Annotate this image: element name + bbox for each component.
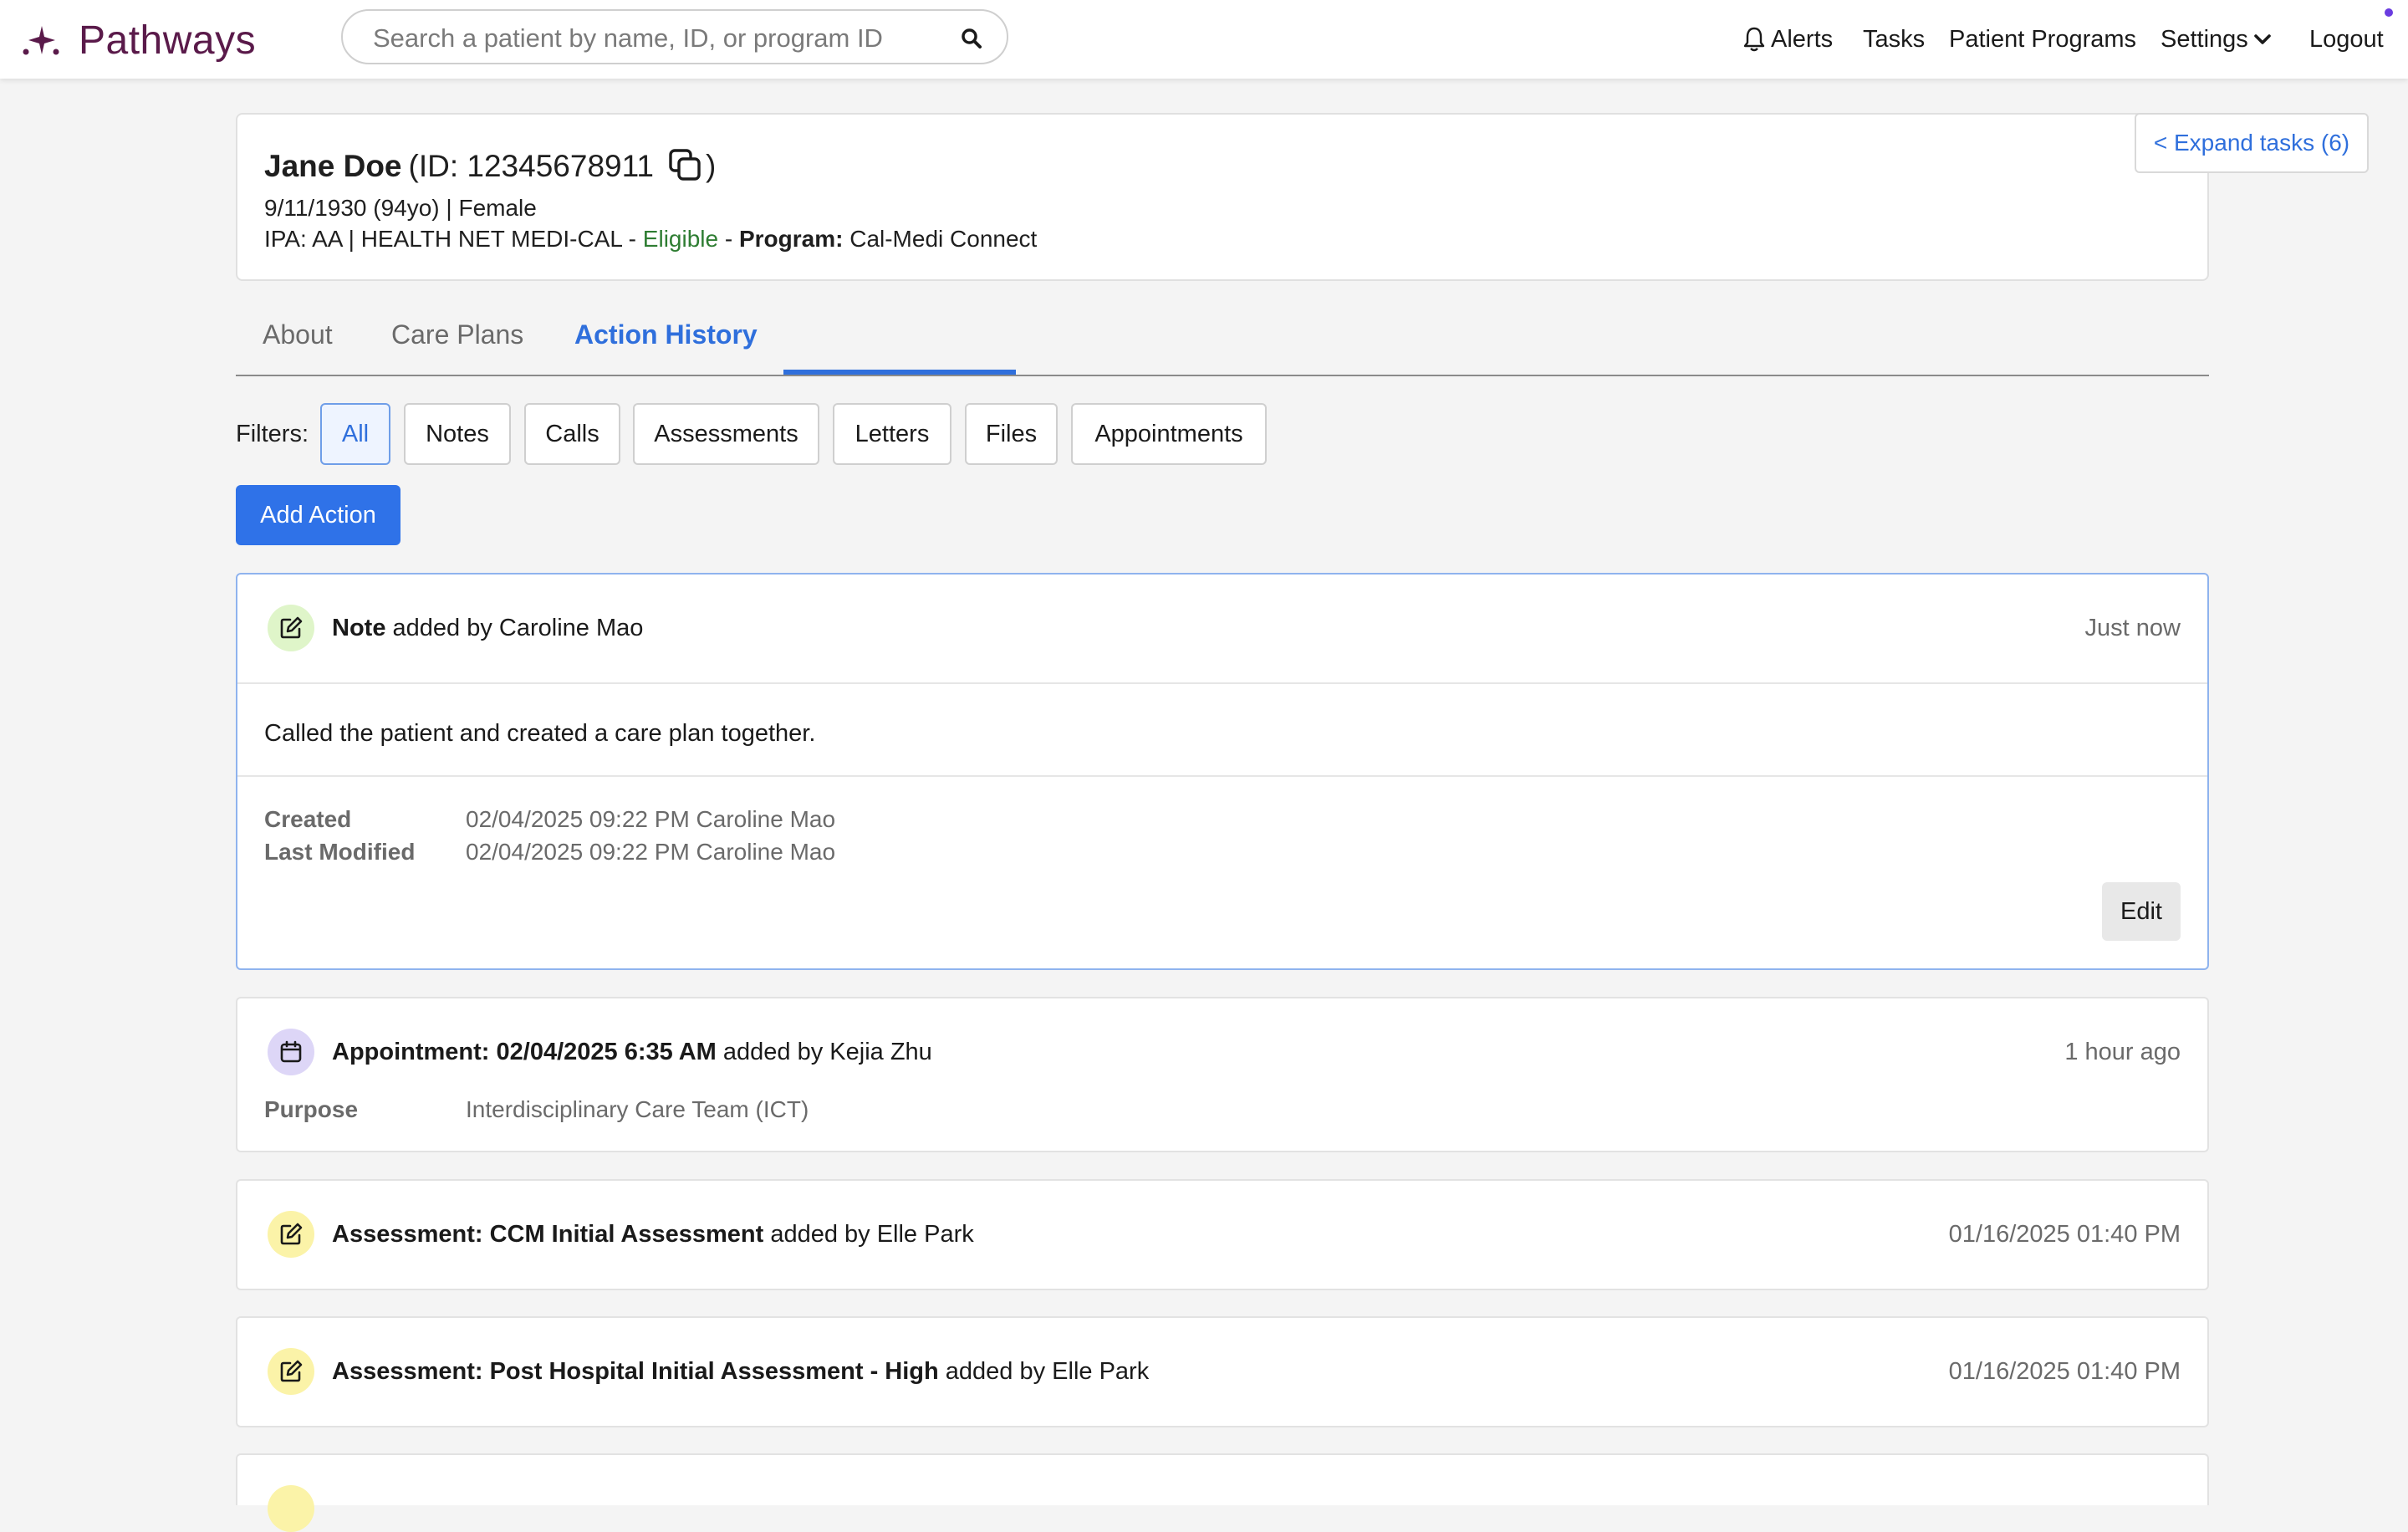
created-value: 02/04/2025 09:22 PM Caroline Mao [466, 806, 836, 832]
action-type: Assessment: Post Hospital Initial Assess… [332, 1358, 939, 1385]
edit-note-icon [280, 1360, 303, 1382]
nav-logout-label: Logout [2309, 25, 2384, 53]
action-title: Note added by Caroline Mao [332, 615, 643, 642]
action-timestamp: 01/16/2025 01:40 PM [1948, 1358, 2181, 1385]
action-type: Appointment: 02/04/2025 6:35 AM [332, 1039, 717, 1065]
bell-icon [1743, 27, 1765, 52]
patient-name: Jane Doe [264, 149, 402, 183]
separator: - [718, 226, 739, 252]
filter-files[interactable]: Files [965, 403, 1058, 465]
action-type: Assessment: CCM Initial Assessment [332, 1221, 764, 1248]
nav-settings[interactable]: Settings [2161, 22, 2277, 57]
active-tab-indicator [783, 370, 1016, 375]
action-author: added by Elle Park [763, 1221, 974, 1248]
patient-search [341, 9, 1008, 64]
expand-tasks-button[interactable]: < Expand tasks (6) [2135, 113, 2369, 173]
action-timestamp: Just now [2084, 615, 2181, 641]
action-title: Assessment: Post Hospital Initial Assess… [332, 1358, 1149, 1386]
patient-tabs: About Care Plans Action History [236, 309, 2209, 376]
edit-note-icon [280, 1223, 303, 1245]
edit-button[interactable]: Edit [2102, 882, 2181, 941]
filter-letters[interactable]: Letters [833, 403, 951, 465]
assessment-icon-badge [268, 1211, 314, 1258]
action-card-appointment[interactable]: Appointment: 02/04/2025 6:35 AM added by… [236, 997, 2209, 1152]
filter-appointments[interactable]: Appointments [1071, 403, 1267, 465]
filters-label: Filters: [236, 421, 309, 447]
filter-notes[interactable]: Notes [404, 403, 511, 465]
assessment-icon-badge [268, 1485, 314, 1532]
nav-patient-programs-label: Patient Programs [1949, 25, 2137, 53]
action-author: added by Kejia Zhu [716, 1039, 932, 1065]
card-divider [237, 682, 2207, 684]
top-navigation-bar: Pathways Alerts Tasks Patient Programs S… [0, 0, 2408, 79]
chevron-down-icon [2253, 34, 2271, 44]
nav-patient-programs[interactable]: Patient Programs [1949, 22, 2136, 57]
program-label: Program: [738, 226, 844, 252]
action-author: added by Elle Park [938, 1358, 1150, 1385]
nav-logout[interactable]: Logout [2309, 22, 2384, 57]
filter-assessments[interactable]: Assessments [633, 403, 819, 465]
created-label: Created [264, 806, 352, 832]
nav-tasks-label: Tasks [1863, 25, 1926, 53]
last-modified-value: 02/04/2025 09:22 PM Caroline Mao [466, 839, 836, 865]
add-action-button[interactable]: Add Action [236, 485, 400, 545]
nav-tasks[interactable]: Tasks [1863, 22, 1925, 57]
card-divider [237, 775, 2207, 777]
patient-insurance-line: IPA: AA | HEALTH NET MEDI-CAL - Eligible… [264, 226, 1037, 253]
calendar-icon [280, 1040, 302, 1063]
ipa-text: IPA: AA | HEALTH NET MEDI-CAL - [264, 226, 643, 252]
notification-dot [2385, 8, 2393, 17]
action-type: Note [332, 615, 386, 641]
filter-calls[interactable]: Calls [524, 403, 620, 465]
appointment-icon-badge [268, 1029, 314, 1075]
patient-id-close: ) [706, 149, 717, 183]
nav-alerts[interactable]: Alerts [1742, 22, 1833, 57]
last-modified-label: Last Modified [264, 839, 416, 865]
edit-note-icon [280, 616, 303, 639]
patient-id: (ID: 12345678911 [408, 149, 655, 183]
assessment-icon-badge [268, 1348, 314, 1395]
action-card-assessment[interactable]: Assessment: CCM Initial Assessment added… [236, 1179, 2209, 1290]
tab-action-history[interactable]: Action History [574, 319, 758, 353]
filter-all[interactable]: All [320, 403, 390, 465]
tab-about[interactable]: About [263, 319, 333, 353]
search-icon[interactable] [960, 27, 983, 50]
nav-settings-label: Settings [2161, 25, 2248, 53]
purpose-label: Purpose [264, 1096, 359, 1122]
action-timestamp: 1 hour ago [2064, 1039, 2181, 1065]
nav-alerts-label: Alerts [1771, 25, 1834, 53]
app-logo[interactable]: Pathways [22, 17, 256, 64]
note-icon-badge [268, 605, 314, 651]
action-author: added by Caroline Mao [385, 615, 644, 641]
action-title: Assessment: CCM Initial Assessment added… [332, 1221, 974, 1249]
note-body: Called the patient and created a care pl… [264, 720, 816, 747]
patient-header-card: Jane Doe (ID: 12345678911 ) 9/11/1930 (9… [236, 113, 2209, 281]
patient-name-row: Jane Doe (ID: 12345678911 ) [264, 148, 716, 185]
search-input[interactable] [371, 19, 943, 58]
app-name: Pathways [79, 18, 257, 63]
action-card-partial[interactable] [236, 1453, 2209, 1532]
patient-demographics: 9/11/1930 (94yo) | Female [264, 195, 537, 221]
action-card-note[interactable]: Note added by Caroline Mao Just now Call… [236, 573, 2209, 970]
eligibility-status: Eligible [642, 226, 719, 252]
purpose-value: Interdisciplinary Care Team (ICT) [466, 1096, 809, 1122]
tab-care-plans[interactable]: Care Plans [391, 319, 523, 353]
copy-icon[interactable] [667, 147, 706, 186]
action-title: Appointment: 02/04/2025 6:35 AM added by… [332, 1039, 932, 1066]
sparkle-logo-icon [23, 26, 59, 55]
program-name: Cal-Medi Connect [843, 226, 1038, 252]
action-card-assessment[interactable]: Assessment: Post Hospital Initial Assess… [236, 1316, 2209, 1427]
action-timestamp: 01/16/2025 01:40 PM [1948, 1221, 2181, 1248]
